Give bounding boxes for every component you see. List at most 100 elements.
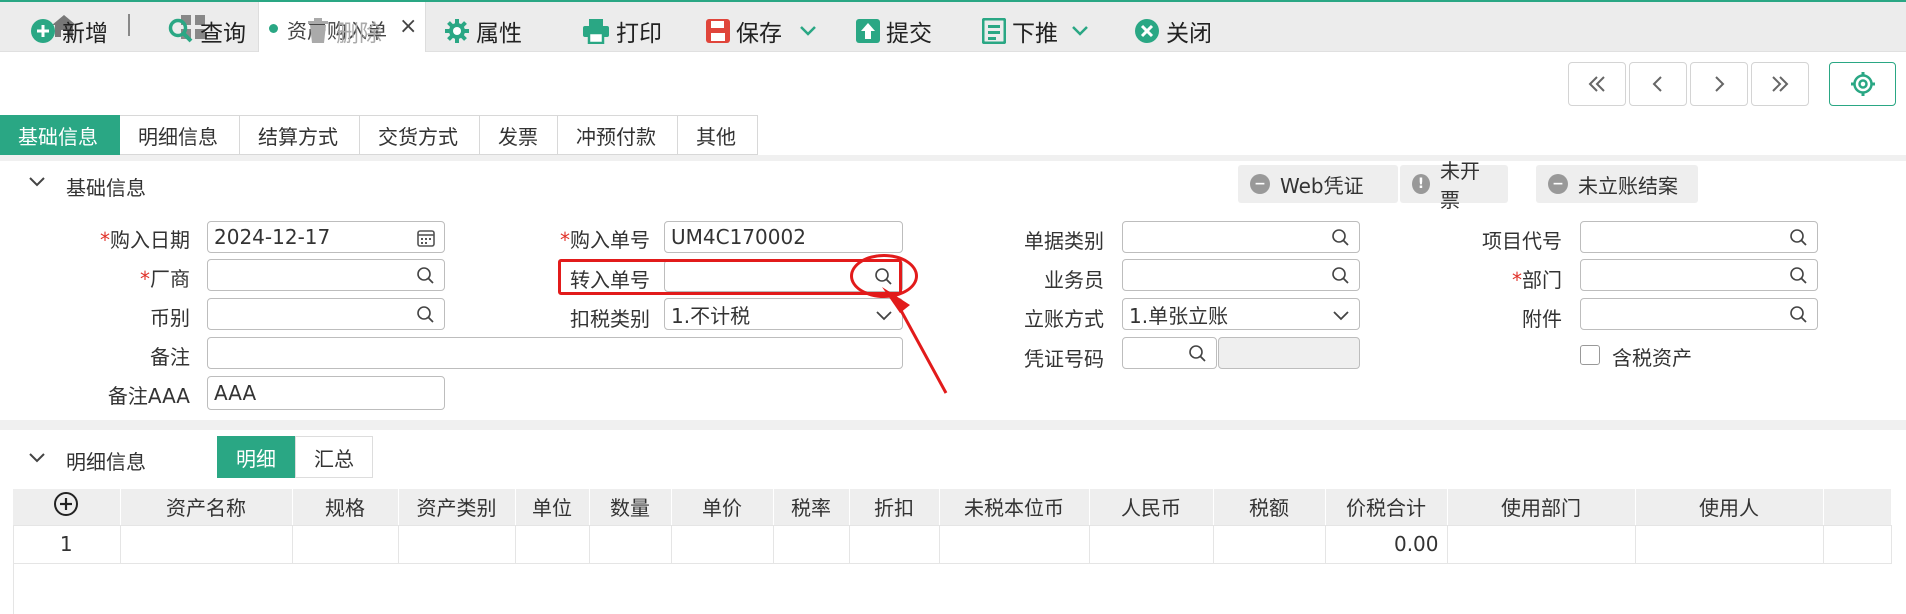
search-icon[interactable] [1331, 228, 1351, 248]
search-icon[interactable] [416, 305, 436, 325]
column-header[interactable]: 税额 [1213, 489, 1326, 526]
voucher-no-field[interactable] [1122, 337, 1217, 369]
push-down-button[interactable]: 下推 [982, 14, 1090, 48]
window-tab-bar: 资产购入单 × [0, 0, 1906, 52]
detail-toggle[interactable]: 明细 [217, 436, 295, 478]
column-header[interactable]: 未税本位币 [939, 489, 1090, 526]
next-record-button[interactable] [1690, 62, 1748, 106]
submit-button[interactable]: 提交 [856, 14, 932, 48]
tab-delivery[interactable]: 交货方式 [360, 115, 480, 155]
summary-toggle[interactable]: 汇总 [295, 436, 373, 478]
cell[interactable] [1089, 525, 1214, 564]
cell[interactable] [773, 525, 850, 564]
divider [0, 420, 1906, 430]
properties-button[interactable]: 属性 [444, 14, 522, 48]
cell[interactable] [398, 525, 516, 564]
table-row[interactable]: 1 0.00 [13, 525, 1892, 564]
vendor-field[interactable] [207, 259, 445, 291]
print-button[interactable]: 打印 [582, 14, 662, 48]
delete-button[interactable]: 删除 [306, 14, 382, 48]
remark-aaa-field[interactable]: AAA [207, 376, 445, 410]
account-method-select[interactable]: 1.单张立账 [1122, 298, 1360, 330]
invoice-status-badge[interactable]: ! 未开票 [1400, 159, 1508, 212]
purchase-date-field[interactable]: 2024-12-17 [207, 221, 445, 253]
column-header[interactable]: 单位 [515, 489, 590, 526]
calendar-icon[interactable] [416, 228, 436, 248]
column-header[interactable]: 折扣 [849, 489, 940, 526]
collapse-chevron-icon[interactable] [28, 176, 46, 188]
settings-button[interactable] [1829, 62, 1896, 106]
column-header[interactable]: 规格 [292, 489, 399, 526]
cell[interactable] [589, 525, 672, 564]
tab-other[interactable]: 其他 [678, 115, 758, 155]
column-header[interactable]: 人民币 [1089, 489, 1214, 526]
incl-tax-label: 含税资产 [1612, 346, 1692, 370]
search-icon[interactable] [1789, 228, 1809, 248]
column-header[interactable]: 价税合计 [1325, 489, 1448, 526]
salesman-field[interactable] [1122, 259, 1360, 291]
search-icon[interactable] [416, 266, 436, 286]
search-icon[interactable] [1331, 266, 1351, 286]
web-voucher-badge[interactable]: − Web凭证 [1238, 165, 1398, 203]
previous-record-button[interactable] [1629, 62, 1687, 106]
query-button[interactable]: 查询 [168, 14, 246, 48]
settlement-status-badge[interactable]: − 未立账结案 [1536, 165, 1698, 203]
cell[interactable] [671, 525, 774, 564]
column-header[interactable]: 税率 [773, 489, 850, 526]
search-icon [168, 18, 193, 43]
collapse-chevron-icon[interactable] [28, 452, 46, 464]
project-code-field[interactable] [1580, 221, 1818, 253]
tab-detail-info[interactable]: 明细信息 [120, 115, 240, 155]
column-header[interactable]: 使用部门 [1447, 489, 1636, 526]
total-cell[interactable]: 0.00 [1325, 525, 1448, 564]
tab-prepayment[interactable]: 冲预付款 [558, 115, 678, 155]
add-row-button[interactable] [13, 489, 121, 526]
cell[interactable] [1447, 525, 1636, 564]
tax-type-select[interactable]: 1.不计税 [664, 298, 903, 330]
row-number: 1 [13, 525, 121, 564]
table-header-row: 资产名称 规格 资产类别 单位 数量 单价 税率 折扣 未税本位币 人民币 税额… [13, 489, 1892, 526]
minus-circle-icon: − [1548, 174, 1568, 194]
remark-field[interactable] [207, 337, 903, 369]
doc-type-field[interactable] [1122, 221, 1360, 253]
basic-info-title: 基础信息 [66, 176, 146, 200]
cell[interactable] [292, 525, 399, 564]
print-label: 打印 [616, 21, 662, 47]
tab-basic-info[interactable]: 基础信息 [0, 115, 120, 155]
cell[interactable] [515, 525, 590, 564]
cell[interactable] [939, 525, 1090, 564]
close-button[interactable]: 关闭 [1134, 14, 1212, 48]
order-no-field[interactable]: UM4C170002 [664, 221, 903, 253]
chevron-down-icon[interactable] [1070, 24, 1090, 38]
cell[interactable] [120, 525, 293, 564]
dept-field[interactable] [1580, 259, 1818, 291]
search-icon[interactable] [1188, 344, 1208, 364]
column-header[interactable]: 数量 [589, 489, 672, 526]
close-tab-icon[interactable]: × [399, 14, 417, 39]
project-code-label: 项目代号 [1482, 229, 1562, 253]
tab-settlement[interactable]: 结算方式 [240, 115, 360, 155]
search-icon[interactable] [1789, 305, 1809, 325]
column-header[interactable]: 单价 [671, 489, 774, 526]
remark-aaa-label: 备注AAA [107, 384, 190, 408]
invoice-status-label: 未开票 [1440, 159, 1480, 212]
column-header[interactable]: 使用人 [1635, 489, 1824, 526]
tab-invoice[interactable]: 发票 [480, 115, 558, 155]
chevron-down-icon[interactable] [1331, 305, 1351, 325]
first-record-button[interactable] [1568, 62, 1626, 106]
search-icon[interactable] [1789, 266, 1809, 286]
column-header[interactable]: 资产名称 [120, 489, 293, 526]
cell[interactable] [1635, 525, 1824, 564]
last-record-button[interactable] [1751, 62, 1809, 106]
save-button[interactable]: 保存 [706, 14, 818, 48]
add-button[interactable]: 新增 [30, 14, 108, 48]
cell[interactable] [849, 525, 940, 564]
attachment-field[interactable] [1580, 298, 1818, 330]
chevron-down-icon[interactable] [798, 24, 818, 38]
cell[interactable] [1213, 525, 1326, 564]
order-no-value: UM4C170002 [671, 225, 806, 249]
incl-tax-checkbox[interactable] [1580, 345, 1600, 365]
column-header-spacer [1823, 489, 1892, 526]
column-header[interactable]: 资产类别 [398, 489, 516, 526]
currency-field[interactable] [207, 298, 445, 330]
